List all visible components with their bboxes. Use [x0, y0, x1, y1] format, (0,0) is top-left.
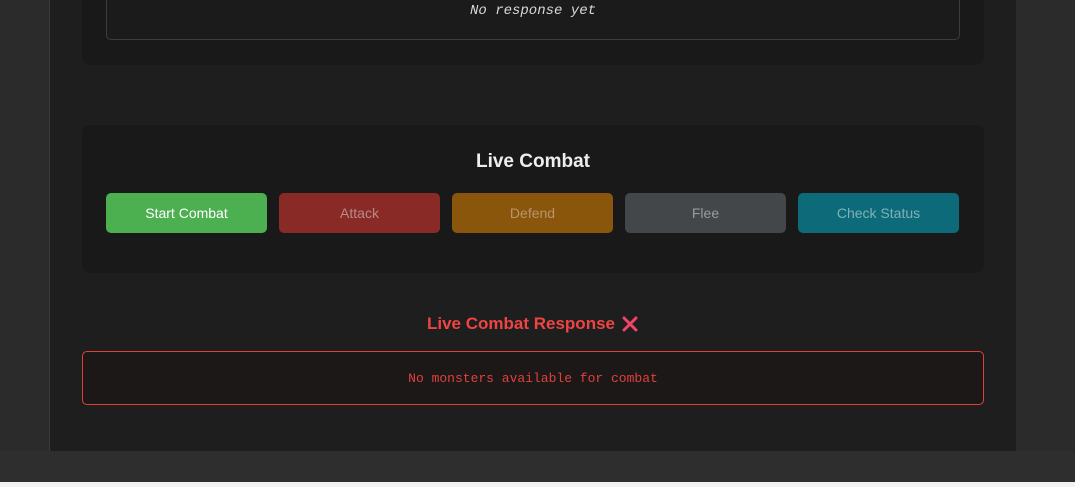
start-combat-button[interactable]: Start Combat: [106, 193, 267, 233]
live-combat-response-title: Live Combat Response: [427, 314, 615, 333]
previous-response-panel: No response yet: [82, 0, 984, 65]
defend-button[interactable]: Defend: [452, 193, 613, 233]
bottom-edge: [0, 482, 1075, 487]
live-combat-response-message: No monsters available for combat: [408, 370, 658, 386]
horizontal-scrollbar-track[interactable]: [0, 451, 1075, 482]
attack-button[interactable]: Attack: [279, 193, 440, 233]
combat-button-row: Start Combat Attack Defend Flee Check St…: [106, 193, 959, 233]
flee-button[interactable]: Flee: [625, 193, 786, 233]
live-combat-response-box: No monsters available for combat: [82, 351, 984, 405]
live-combat-response-heading: Live Combat Response: [82, 314, 984, 334]
live-combat-title: Live Combat: [475, 151, 591, 172]
previous-response-box: No response yet: [106, 0, 960, 40]
live-combat-panel: Live Combat Start Combat Attack Defend F…: [82, 125, 984, 273]
check-status-button[interactable]: Check Status: [798, 193, 959, 233]
previous-response-text: No response yet: [469, 3, 597, 19]
cross-mark-icon: [621, 315, 639, 333]
right-gutter: [1016, 0, 1075, 451]
